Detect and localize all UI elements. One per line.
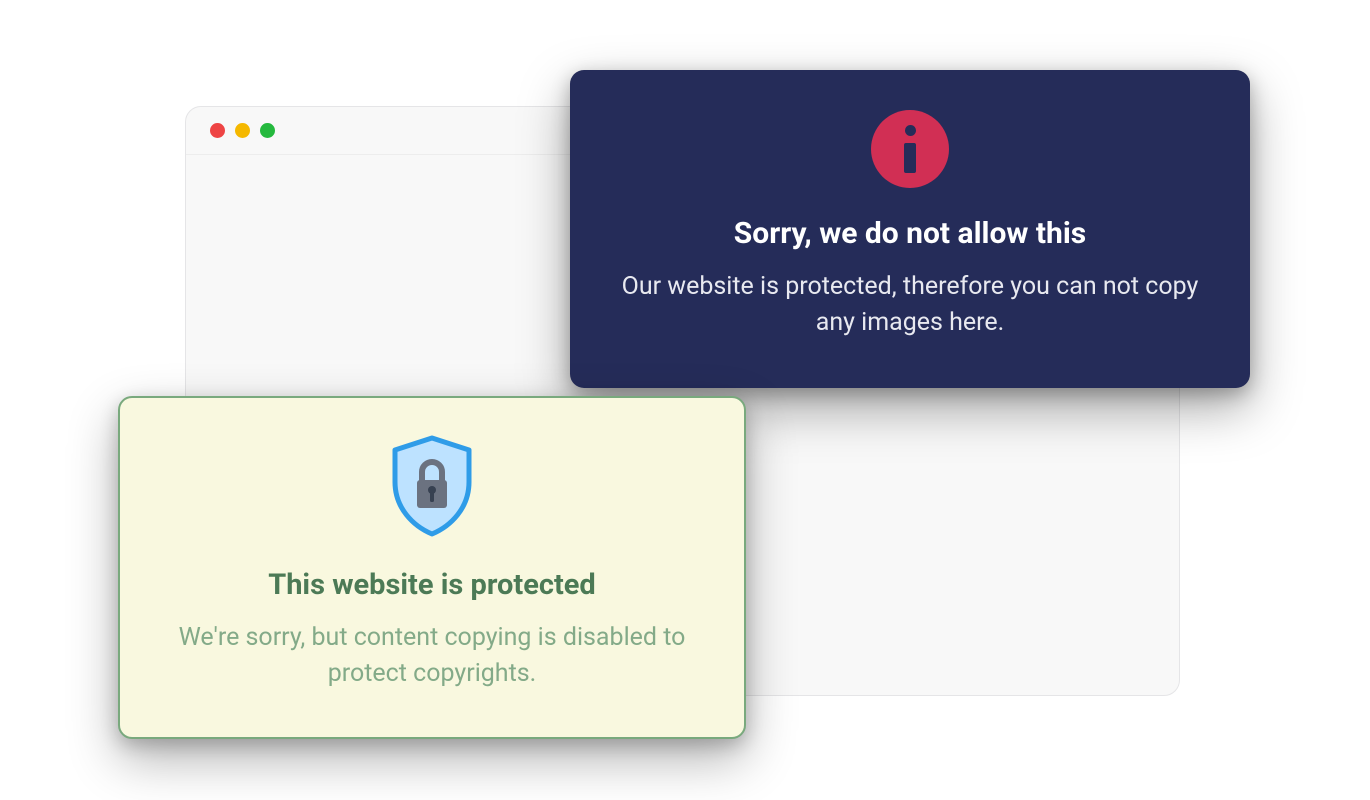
minimize-traffic-light-icon[interactable] bbox=[235, 123, 250, 138]
popup-light-body: We're sorry, but content copying is disa… bbox=[164, 620, 700, 693]
shield-lock-icon bbox=[385, 434, 479, 542]
popup-light-title: This website is protected bbox=[164, 568, 700, 602]
maximize-traffic-light-icon[interactable] bbox=[260, 123, 275, 138]
info-icon bbox=[871, 110, 949, 188]
protection-popup-light: This website is protected We're sorry, b… bbox=[118, 396, 746, 739]
popup-dark-title: Sorry, we do not allow this bbox=[618, 216, 1202, 251]
protection-popup-dark: Sorry, we do not allow this Our website … bbox=[570, 70, 1250, 388]
close-traffic-light-icon[interactable] bbox=[210, 123, 225, 138]
popup-dark-body: Our website is protected, therefore you … bbox=[618, 269, 1202, 342]
